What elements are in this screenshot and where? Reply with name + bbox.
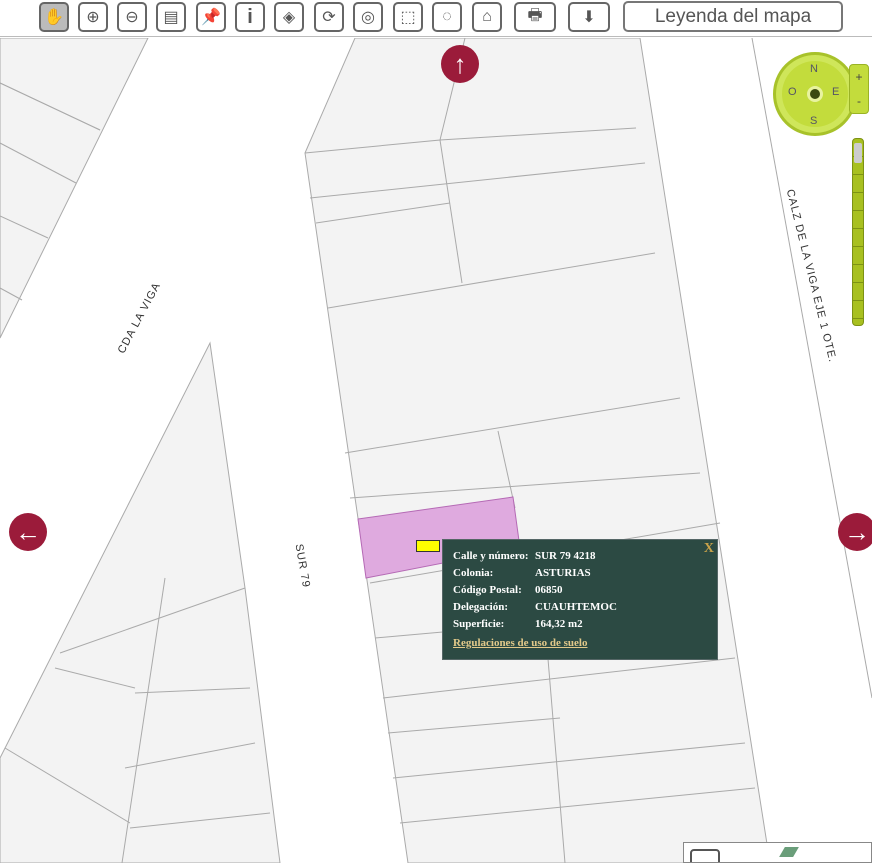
compass-north[interactable]: N <box>810 63 818 75</box>
parcel-block-center <box>304 38 771 863</box>
info-value: 164,32 m2 <box>535 618 583 630</box>
info-value: CUAUHTEMOC <box>535 601 617 613</box>
info-key: Calle y número: <box>453 550 529 562</box>
info-row: Colonia: ASTURIAS <box>453 567 707 584</box>
info-key: Delegación: <box>453 601 508 613</box>
info-key: Colonia: <box>453 567 494 579</box>
info-key: Código Postal: <box>453 584 522 596</box>
info-row: Superficie: 164,32 m2 <box>453 618 707 635</box>
pan-north-button[interactable]: ↑ <box>441 45 479 83</box>
land-use-regulations-link[interactable]: Regulaciones de uso de suelo <box>453 637 707 649</box>
measure-icon[interactable]: ▤ <box>156 2 186 32</box>
parcel-block-topleft <box>0 38 149 339</box>
compass-east[interactable]: E <box>832 86 839 98</box>
select-circle-icon[interactable]: ◌ <box>432 2 462 32</box>
zoom-slider-thumb[interactable] <box>854 143 862 163</box>
minimap-area <box>779 847 799 857</box>
layers-icon[interactable]: ◈ <box>274 2 304 32</box>
compass-center-icon[interactable] <box>807 86 823 102</box>
map-legend-button[interactable]: Leyenda del mapa <box>623 1 843 32</box>
parcel-line <box>0 38 872 863</box>
zoom-in-icon[interactable]: ⊕ <box>78 2 108 32</box>
minimap-toggle-icon[interactable] <box>690 849 720 862</box>
refresh-icon[interactable]: ⟳ <box>314 2 344 32</box>
zoom-slider[interactable] <box>852 138 864 326</box>
parcel-info-popup: X Calle y número: SUR 79 4218 Colonia: AST… <box>442 539 718 660</box>
download-icon[interactable]: ⬇ <box>568 2 610 32</box>
info-row: Calle y número: SUR 79 4218 <box>453 550 707 567</box>
info-value: 06850 <box>535 584 563 596</box>
parcel-block-bottomleft <box>0 341 281 863</box>
pin-icon[interactable]: 📌 <box>196 2 226 32</box>
buffer-icon[interactable]: ◎ <box>353 2 383 32</box>
close-popup-button[interactable]: X <box>704 541 714 557</box>
select-polygon-icon[interactable]: ⌂ <box>472 2 502 32</box>
pan-hand-icon[interactable]: ✋ <box>39 2 69 32</box>
overview-minimap[interactable] <box>683 842 872 863</box>
info-row: Código Postal: 06850 <box>453 584 707 601</box>
info-key: Superficie: <box>453 618 505 630</box>
info-value: ASTURIAS <box>535 567 591 579</box>
pan-west-button[interactable]: ← <box>9 513 47 551</box>
print-icon[interactable]: 🖶 <box>514 2 556 32</box>
road-edge <box>751 38 872 699</box>
info-icon[interactable]: i <box>235 2 265 32</box>
info-row: Delegación: CUAUHTEMOC <box>453 601 707 618</box>
zoom-out-icon[interactable]: ⊖ <box>117 2 147 32</box>
pan-east-button[interactable]: → <box>838 513 872 551</box>
select-rectangle-icon[interactable]: ⬚ <box>393 2 423 32</box>
compass-pan-control[interactable]: N S E O <box>773 52 857 136</box>
selected-parcel-marker <box>416 540 440 552</box>
toolbar: ✋ ⊕ ⊖ ▤ 📌 i ◈ ⟳ ◎ ⬚ ◌ ⌂ 🖶 ⬇ Leyenda del … <box>0 0 872 37</box>
map-canvas[interactable] <box>0 38 872 863</box>
compass-west[interactable]: O <box>788 86 797 98</box>
zoom-buttons: + - <box>849 64 869 114</box>
compass-south[interactable]: S <box>810 115 817 127</box>
zoom-out-button[interactable]: - <box>850 89 868 113</box>
zoom-in-button[interactable]: + <box>850 65 868 89</box>
info-value: SUR 79 4218 <box>535 550 596 562</box>
